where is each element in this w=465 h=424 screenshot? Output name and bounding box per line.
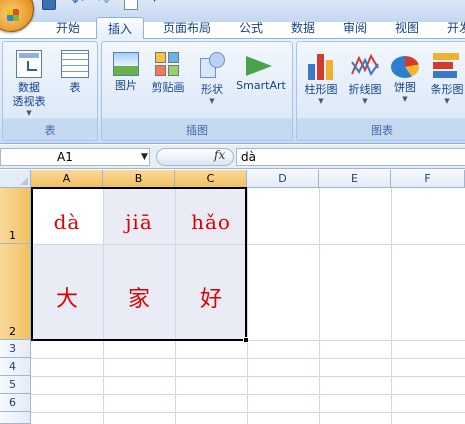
office-button[interactable] [0,0,34,32]
table-group: 数据 透视表 ▼ 表 表 [2,41,98,141]
bar-chart-icon [433,52,461,80]
grid-line [319,188,320,424]
name-box[interactable]: A1 [0,148,150,166]
smartart-button[interactable]: SmartArt [230,52,292,93]
chevron-down-icon: ▼ [402,95,408,103]
grid-line [31,394,465,395]
line-chart-icon [351,52,379,80]
quick-access-dropdown-icon[interactable]: ▾ [152,0,166,8]
pivot-table-label-1: 数据 [18,81,40,94]
shapes-icon [200,52,225,80]
redo-icon[interactable]: ↷ [98,0,112,10]
chevron-down-icon: ▼ [318,97,324,105]
tab-formulas[interactable]: 公式 [228,17,274,39]
column-header-a[interactable]: A [31,170,103,188]
tab-view[interactable]: 视图 [384,17,430,39]
grid-line [247,188,248,424]
selection-border [31,187,247,341]
shapes-button[interactable]: 形状 ▼ [192,52,232,105]
row-header-1[interactable]: 1 [0,188,31,244]
chevron-down-icon: ▼ [444,97,450,105]
grid-line [31,376,465,377]
grid-line [31,412,465,413]
fill-handle[interactable] [243,337,249,343]
column-header-e[interactable]: E [319,170,391,188]
column-header-b[interactable]: B [103,170,175,188]
table-icon [61,50,89,78]
chevron-down-icon: ▼ [26,109,32,117]
office-logo-icon [7,9,19,21]
picture-label: 图片 [115,79,137,92]
grid-line [391,188,392,424]
column-chart-button[interactable]: 柱形图 ▼ [299,52,343,105]
pie-chart-label: 饼图 [394,81,416,94]
pivot-table-icon [16,50,42,78]
picture-button[interactable]: 图片 [108,52,144,93]
row-header-4[interactable]: 4 [0,358,31,376]
line-chart-label: 折线图 [348,83,382,96]
column-chart-icon [307,52,335,80]
clipart-button[interactable]: 剪贴画 [146,52,190,95]
column-chart-label: 柱形图 [304,83,338,96]
table-label: 表 [69,81,81,94]
chevron-down-icon: ▼ [362,97,368,105]
bar-chart-button[interactable]: 条形图 ▼ [425,52,465,105]
column-header-d[interactable]: D [247,170,319,188]
tab-data[interactable]: 数据 [280,17,326,39]
shapes-label: 形状 [201,83,223,96]
tab-review[interactable]: 审阅 [332,17,378,39]
tab-page-layout[interactable]: 页面布局 [150,17,224,39]
bar-chart-label: 条形图 [430,83,464,96]
title-bar: ↶ ↷ ▾ 开始 插入 页面布局 公式 数据 审阅 视图 开发 [0,0,465,39]
column-header-c[interactable]: C [175,170,247,188]
undo-icon[interactable]: ↶ [72,0,86,10]
print-preview-icon[interactable] [124,0,138,10]
row-header-6[interactable]: 6 [0,394,31,412]
table-button[interactable]: 表 [55,50,95,95]
smartart-icon [246,52,276,76]
illustrations-group-label: 插图 [186,124,208,137]
row-header-2[interactable]: 2 [0,244,31,340]
column-header-f[interactable]: F [391,170,465,188]
tab-developer[interactable]: 开发 [436,17,465,39]
charts-group: 柱形图 ▼ 折线图 ▼ 饼图 ▼ 条形图 ▼ 图表 [296,41,465,141]
table-group-label: 表 [44,124,56,137]
save-icon[interactable] [42,0,56,10]
pie-chart-icon [391,56,419,78]
pivot-table-label-2: 透视表 [12,95,46,108]
chevron-down-icon: ▼ [209,97,215,105]
illustrations-group: 图片 剪贴画 形状 ▼ SmartArt 插图 [101,41,293,141]
pie-chart-button[interactable]: 饼图 ▼ [387,52,423,103]
ribbon: 数据 透视表 ▼ 表 表 图片 剪贴画 形状 ▼ SmartArt 插图 柱形图… [0,38,465,144]
clipart-icon [155,52,181,78]
formula-input[interactable]: dà [236,148,465,166]
pivot-table-button[interactable]: 数据 透视表 ▼ [7,50,51,117]
charts-group-label: 图表 [371,124,393,137]
insert-function-icon[interactable]: fx [214,148,225,162]
worksheet-grid[interactable]: A B C D E F 1 2 3 4 5 6 dà jiā hǎo 大 家 好 [0,170,465,424]
chevron-down-icon[interactable]: ▼ [141,152,148,162]
row-header-7[interactable] [0,412,31,424]
line-chart-button[interactable]: 折线图 ▼ [343,52,387,105]
row-header-5[interactable]: 5 [0,376,31,394]
smartart-label: SmartArt [236,79,286,92]
tab-insert[interactable]: 插入 [96,17,144,39]
select-all-corner[interactable] [0,170,31,188]
picture-icon [113,52,139,76]
row-header-3[interactable]: 3 [0,340,31,358]
formula-bar: A1 ▼ fx dà [0,145,465,169]
tab-home[interactable]: 开始 [45,17,91,39]
grid-line [31,358,465,359]
clipart-label: 剪贴画 [151,81,185,94]
